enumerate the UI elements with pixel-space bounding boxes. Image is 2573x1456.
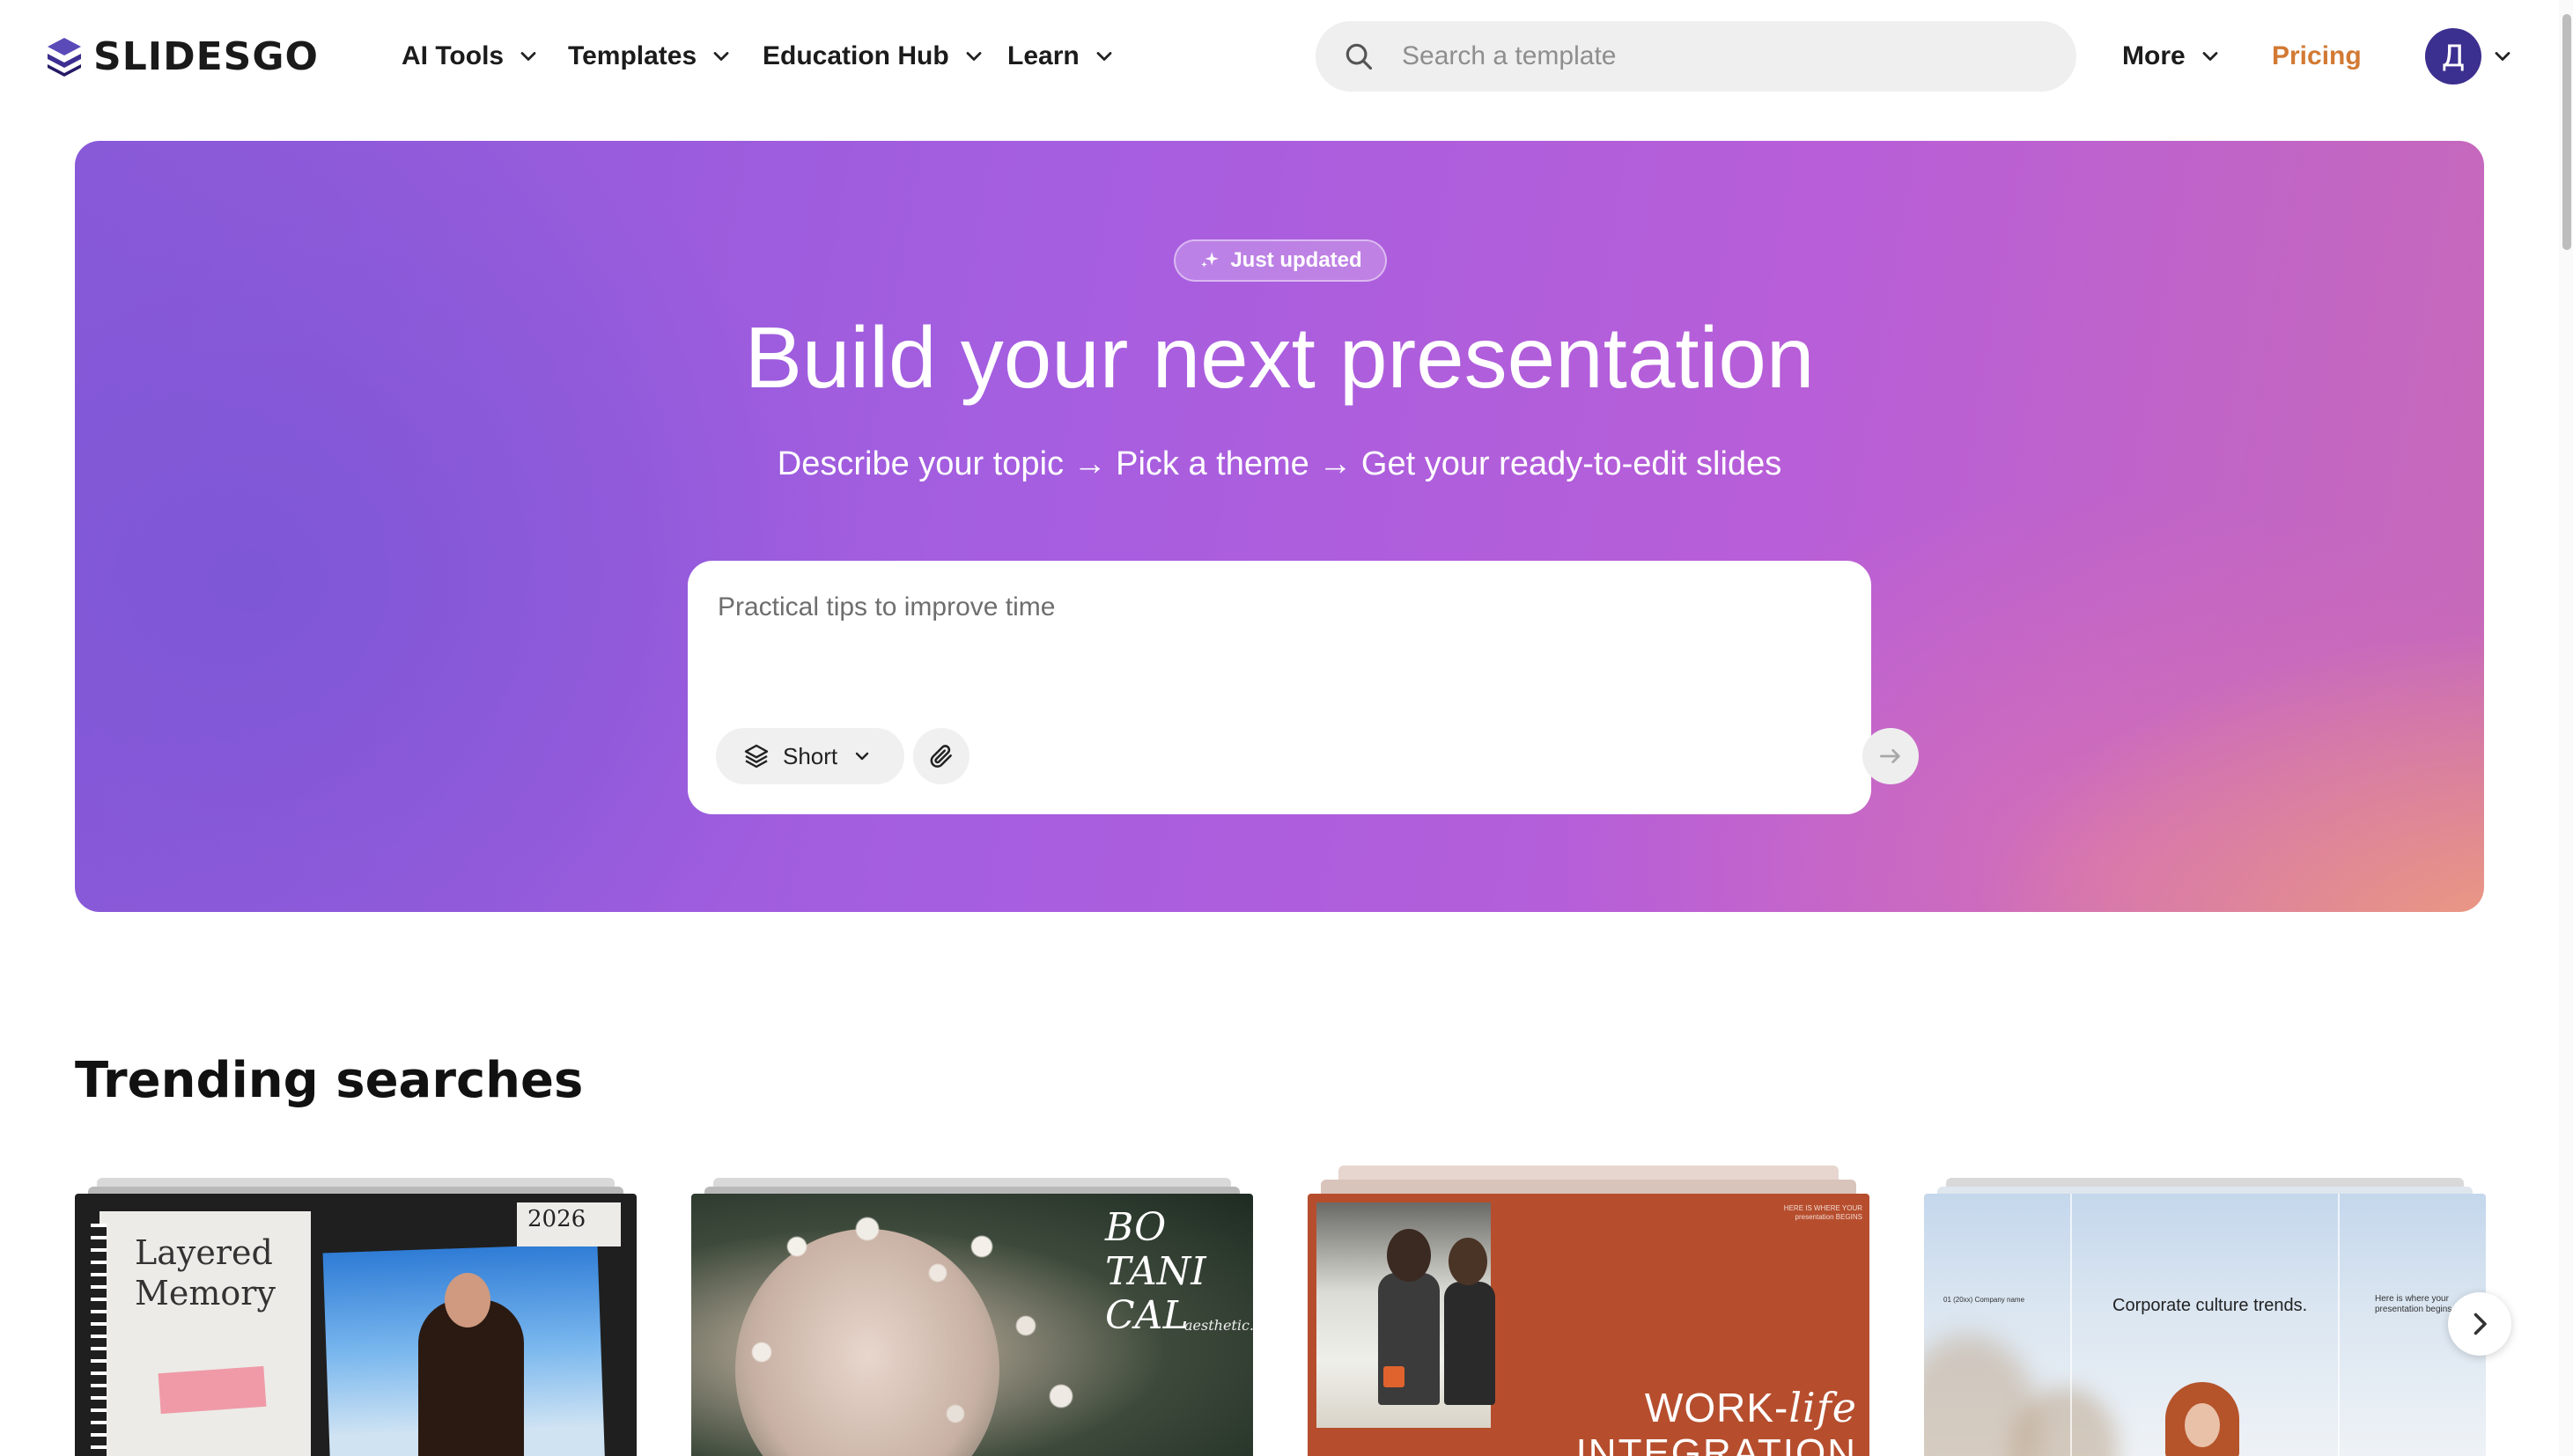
chevron-right-icon xyxy=(2473,1313,2487,1335)
prompt-input[interactable] xyxy=(716,591,1829,647)
nav-education-hub-label: Education Hub xyxy=(763,41,949,70)
pricing-link[interactable]: Pricing xyxy=(2272,35,2362,77)
card-title-line: INTEGRATION xyxy=(1575,1431,1857,1456)
card-person-graphic xyxy=(1449,1238,1487,1285)
card-person-graphic xyxy=(445,1273,490,1327)
nav-learn[interactable]: Learn xyxy=(1007,35,1117,77)
logo-text: SLIDESGO xyxy=(93,33,319,79)
card-tag-text: 2026 xyxy=(527,1206,586,1232)
page-scrollbar-thumb[interactable] xyxy=(2562,14,2571,250)
card-title-line: TANI xyxy=(1105,1249,1206,1294)
chevron-down-icon xyxy=(2202,52,2218,61)
nav-ai-tools[interactable]: AI Tools xyxy=(402,35,541,77)
card-title: Corporate culture trends. xyxy=(2112,1296,2308,1315)
nav-templates-label: Templates xyxy=(568,41,697,70)
trending-searches-title: Trending searches xyxy=(75,1052,584,1109)
nav-templates[interactable]: Templates xyxy=(568,35,734,77)
card-spiral-graphic xyxy=(91,1224,107,1456)
card-title-line: Memory xyxy=(135,1274,276,1313)
card-divider xyxy=(2338,1194,2340,1456)
template-card-corporate-culture[interactable]: 01 (20xx) Company name Corporate culture… xyxy=(1924,1194,2486,1456)
chevron-down-icon xyxy=(520,52,536,61)
card-title-text: WORK- xyxy=(1644,1385,1789,1430)
card-note: 01 (20xx) Company name xyxy=(1943,1296,2025,1304)
card-note: HERE IS WHERE YOUR presentation BEGINS xyxy=(1783,1204,1862,1221)
card-note: aesthetic. xyxy=(1184,1317,1253,1334)
template-card-layered-memory[interactable]: Layered Memory 2026 xyxy=(75,1194,637,1456)
nav-more-label: More xyxy=(2122,41,2186,70)
length-dropdown[interactable]: Short xyxy=(716,728,904,784)
card-title-line: BO xyxy=(1105,1205,1167,1250)
top-navigation: SLIDESGO AI Tools Templates Education Hu… xyxy=(0,0,2573,113)
chevron-down-icon xyxy=(966,52,982,61)
card-person-graphic xyxy=(2185,1403,2220,1447)
search-icon[interactable] xyxy=(1342,40,1375,73)
card-title-italic: life xyxy=(1788,1384,1857,1431)
hero-subtitle: Describe your topic → Pick a theme → Get… xyxy=(777,445,1782,482)
layers-icon xyxy=(744,744,769,768)
nav-more[interactable]: More xyxy=(2122,35,2223,77)
card-cup-graphic xyxy=(1383,1366,1404,1387)
template-card-botanical[interactable]: BO TANI CAL aesthetic. xyxy=(691,1194,1253,1456)
card-divider xyxy=(2070,1194,2072,1456)
hero-title: Build your next presentation xyxy=(744,309,1815,406)
badge-label: Just updated xyxy=(1230,248,1362,272)
submit-prompt-button[interactable] xyxy=(1862,728,1919,784)
hero-banner: Just updated Build your next presentatio… xyxy=(75,141,2484,912)
card-title-line: Layered xyxy=(135,1233,273,1272)
card-title-line: WORK-life xyxy=(1645,1384,1857,1431)
logo-icon xyxy=(48,38,81,77)
length-label: Short xyxy=(783,742,838,769)
attach-file-button[interactable] xyxy=(913,728,969,784)
chevron-down-icon[interactable] xyxy=(2490,44,2515,69)
card-title: Layered Memory xyxy=(135,1232,276,1313)
card-person-graphic xyxy=(1387,1229,1431,1282)
just-updated-badge: Just updated xyxy=(1174,239,1387,282)
chevron-down-icon xyxy=(713,52,729,61)
template-search-bar xyxy=(1316,21,2076,92)
paperclip-icon xyxy=(930,745,952,768)
avatar[interactable]: Д xyxy=(2425,28,2481,85)
nav-ai-tools-label: AI Tools xyxy=(402,41,505,70)
prompt-box: Short xyxy=(688,561,1919,814)
chevron-down-icon xyxy=(1096,52,1112,61)
nav-education-hub[interactable]: Education Hub xyxy=(763,35,986,77)
chevron-down-icon xyxy=(855,752,869,761)
arrow-right-icon xyxy=(1880,749,1900,763)
search-input[interactable] xyxy=(1400,40,2055,72)
card-photo xyxy=(1316,1202,1495,1428)
card-ticket-graphic xyxy=(158,1365,267,1415)
card-person-graphic xyxy=(1444,1282,1495,1405)
nav-learn-label: Learn xyxy=(1007,41,1080,70)
carousel-next-button[interactable] xyxy=(2448,1292,2511,1356)
sparkle-icon xyxy=(1201,252,1220,268)
template-card-work-life[interactable]: HERE IS WHERE YOUR presentation BEGINS W… xyxy=(1308,1194,1869,1456)
slidesgo-logo[interactable]: SLIDESGO xyxy=(42,33,319,79)
